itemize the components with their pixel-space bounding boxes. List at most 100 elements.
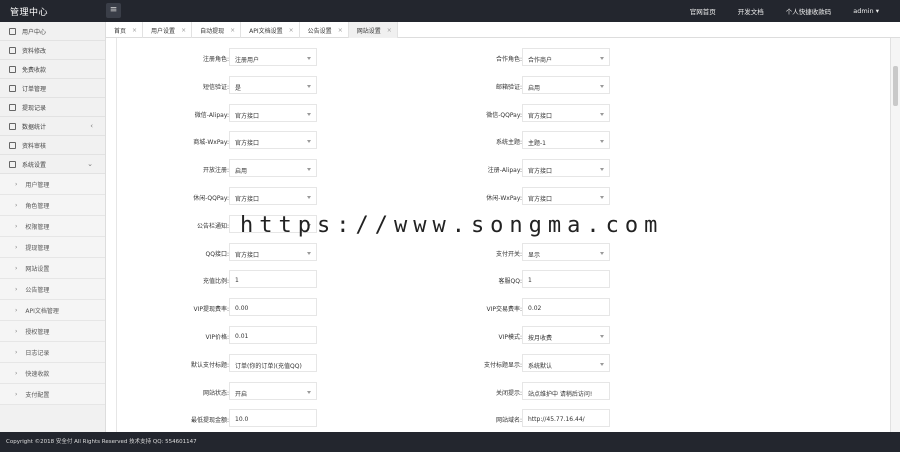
select-field[interactable]: 官方接口 [522, 159, 610, 178]
tab-label: API文档设置 [249, 27, 283, 35]
select-field[interactable]: 官方接口 [522, 187, 610, 205]
form-row: 支付开关: 显示 [117, 242, 817, 263]
sidebar-item[interactable]: 资料审核 [0, 136, 105, 155]
chevron-right-icon: › [15, 285, 18, 293]
chevron-right-icon: › [15, 222, 18, 230]
field-label: 邮箱验证: [495, 83, 522, 91]
brand-title: 管理中心 [10, 8, 49, 18]
close-icon[interactable]: × [181, 27, 186, 34]
text-field[interactable]: 1 [522, 270, 610, 289]
sidebar-subitem[interactable]: › 快速收款 [0, 363, 105, 384]
sidebar-item[interactable]: 提现记录 [0, 98, 105, 117]
sidebar-item-label: 资料修改 [22, 47, 47, 55]
tab-label: 网站设置 [356, 27, 381, 35]
close-icon[interactable]: × [387, 27, 392, 34]
select-field[interactable]: 按月收费 [522, 326, 610, 344]
sidebar-subitem[interactable]: › 支付配置 [0, 384, 105, 405]
chevron-right-icon: › [15, 201, 18, 209]
menu-item-icon [9, 141, 16, 149]
tab[interactable]: 自动提现 × [192, 22, 242, 38]
tab[interactable]: 网站设置 × [348, 22, 398, 38]
scrollbar[interactable] [890, 38, 900, 432]
sidebar-item-label: 免费收款 [22, 66, 47, 74]
text-field[interactable]: 0.02 [522, 298, 610, 317]
field-label: 微信-QQPay: [486, 111, 522, 119]
sidebar-subitem[interactable]: › 日志记录 [0, 342, 105, 363]
sidebar-subitem[interactable]: › 公告管理 [0, 279, 105, 300]
sidebar-subitem[interactable]: › API文档管理 [0, 300, 105, 321]
field-label: 合作角色: [495, 56, 522, 63]
form-row: VIP模式: 按月收费 [117, 326, 817, 346]
menu-item-icon [9, 84, 16, 92]
sidebar-subitem-label: 授权管理 [25, 328, 50, 336]
sidebar-item[interactable]: 系统设置 ⌄ [0, 155, 105, 174]
field-label: VIP交易费率: [486, 306, 522, 314]
text-field[interactable]: http://45.77.16.44/ [522, 409, 610, 428]
tab[interactable]: 用户设置 × [143, 22, 193, 38]
select-field[interactable]: 合作商户 [522, 48, 610, 66]
sidebar-subitem[interactable]: › 授权管理 [0, 321, 105, 342]
scrollbar-thumb[interactable] [893, 66, 898, 106]
top-nav-home[interactable]: 官网首页 [679, 6, 727, 16]
tab[interactable]: API文档设置 × [241, 22, 300, 38]
sidebar-subitem-label: 公告管理 [25, 286, 50, 294]
form-row: 客服QQ: 1 [117, 270, 817, 290]
select-field[interactable]: 显示 [522, 242, 610, 261]
sidebar-subitem-label: 快速收款 [25, 370, 50, 378]
sidebar-subitem[interactable]: › 权限管理 [0, 216, 105, 237]
top-bar: 管理中心 ≡ 官网首页 开发文档 个人快捷收款码 admin ▾ [0, 0, 900, 22]
sidebar-subitem-label: API文档管理 [25, 307, 59, 315]
field-label: 支付标题显示: [483, 361, 522, 369]
sidebar-subitem[interactable]: › 提现管理 [0, 237, 105, 258]
chevron-icon: ⌄ [87, 160, 93, 168]
field-label: 客服QQ: [498, 278, 522, 286]
form-row: 休闲-WxPay: 官方接口 [117, 187, 817, 207]
tab-label: 用户设置 [151, 27, 176, 35]
tab[interactable]: 首页 × [106, 22, 144, 38]
sidebar-item[interactable]: 免费收款 [0, 60, 105, 79]
user-menu[interactable]: admin ▾ [842, 7, 890, 15]
sidebar-item-label: 用户中心 [22, 28, 47, 36]
select-field[interactable]: 启用 [522, 75, 610, 94]
chevron-right-icon: › [15, 369, 18, 377]
field-label: 系统主题: [495, 139, 522, 147]
menu-icon[interactable]: ≡ [106, 3, 121, 18]
menu-item-icon [9, 103, 16, 111]
top-nav-qr[interactable]: 个人快捷收款码 [775, 6, 843, 16]
footer: Copyright ©2018 安全付 All Rights Reserved … [0, 432, 900, 452]
sidebar-subitem-label: 权限管理 [25, 223, 50, 231]
tab[interactable]: 公告设置 × [300, 22, 349, 38]
close-icon[interactable]: × [132, 27, 137, 34]
tab-bar: 首页 × 用户设置 × 自动提现 × API文档设置 × 公告设置 × 网站设置 × [106, 22, 900, 38]
sidebar-item[interactable]: 用户中心 [0, 22, 105, 41]
sidebar-subitem[interactable]: › 网站设置 [0, 258, 105, 279]
chevron-icon: ‹ [90, 122, 93, 130]
form-row: 合作角色: 合作商户 [117, 48, 817, 68]
sidebar-subitem[interactable]: › 角色管理 [0, 195, 105, 216]
close-icon[interactable]: × [338, 27, 343, 34]
select-field[interactable]: 系统默认 [522, 353, 610, 372]
sidebar-item[interactable]: 数据统计 ‹ [0, 117, 105, 136]
form-row: VIP交易费率: 0.02 [117, 298, 817, 318]
top-nav-docs[interactable]: 开发文档 [727, 6, 775, 16]
field-label: 关闭提示: [495, 389, 522, 397]
sidebar-item[interactable]: 订单管理 [0, 79, 105, 98]
top-nav: 官网首页 开发文档 个人快捷收款码 admin ▾ [679, 0, 890, 22]
sidebar-subitem-label: 用户管理 [25, 181, 50, 189]
sidebar-subitem-label: 日志记录 [25, 349, 50, 357]
text-field[interactable]: 站点维护中 请稍后访问! [522, 381, 610, 400]
close-icon[interactable]: × [230, 27, 235, 34]
sidebar-subitem[interactable]: › 用户管理 [0, 174, 105, 195]
sidebar-item-label: 资料审核 [22, 142, 47, 150]
sidebar-subitem-label: 网站设置 [25, 265, 50, 273]
close-icon[interactable]: × [289, 27, 294, 34]
select-field[interactable]: 主题-1 [522, 131, 610, 150]
select-field[interactable]: 官方接口 [522, 103, 610, 122]
sidebar-item-label: 订单管理 [22, 85, 47, 93]
field-label: 网站域名: [495, 417, 522, 425]
field-label: VIP模式: [498, 334, 522, 341]
tab-label: 公告设置 [307, 27, 332, 35]
sidebar-item[interactable]: 资料修改 [0, 41, 105, 60]
chevron-right-icon: › [15, 390, 18, 398]
sidebar-subitem-label: 角色管理 [25, 202, 50, 210]
